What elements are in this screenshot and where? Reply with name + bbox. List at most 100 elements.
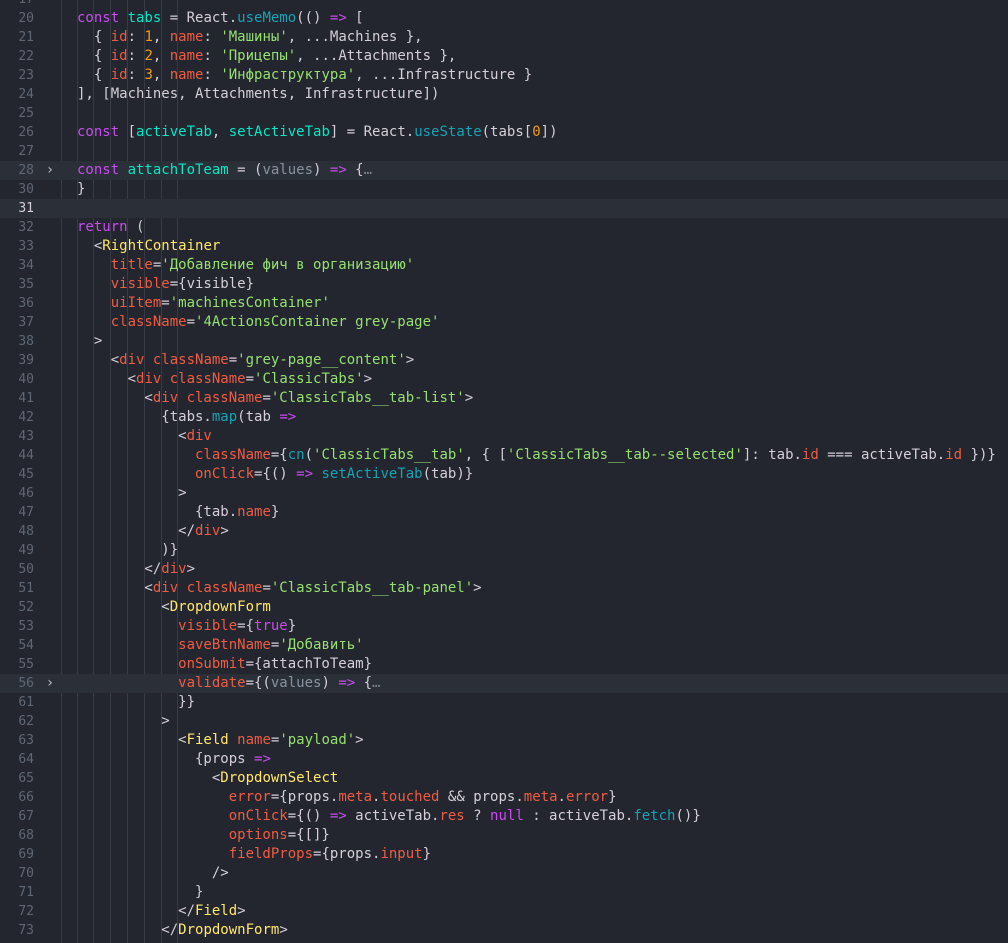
code-line[interactable]: 31 xyxy=(0,199,1008,218)
code-line[interactable]: 52 <DropdownForm xyxy=(0,598,1008,617)
code-line[interactable]: 37 className='4ActionsContainer grey-pag… xyxy=(0,313,1008,332)
code-text[interactable]: {tabs.map(tab => xyxy=(77,408,296,427)
code-line[interactable]: 61 }} xyxy=(0,693,1008,712)
code-line[interactable]: 20 const tabs = React.useMemo(() => [ xyxy=(0,9,1008,28)
code-text[interactable]: onSubmit={attachToTeam} xyxy=(77,655,372,674)
code-line[interactable]: 49 )} xyxy=(0,541,1008,560)
code-line[interactable]: 56 › validate={(values) => {… xyxy=(0,674,1008,693)
code-text[interactable]: const tabs = React.useMemo(() => [ xyxy=(77,9,364,28)
code-line[interactable]: 41 <div className='ClassicTabs__tab-list… xyxy=(0,389,1008,408)
code-line[interactable]: 26 const [activeTab, setActiveTab] = Reac… xyxy=(0,123,1008,142)
code-line[interactable]: 17 xyxy=(0,0,1008,9)
code-text[interactable]: ], [Machines, Attachments, Infrastructur… xyxy=(77,85,439,104)
code-text[interactable]: { id: 2, name: 'Прицепы', ...Attachments… xyxy=(77,47,456,66)
code-text[interactable]: <div className='ClassicTabs__tab-list'> xyxy=(77,389,473,408)
code-text[interactable]: <div className='ClassicTabs__tab-panel'> xyxy=(77,579,481,598)
code-text[interactable]: { id: 1, name: 'Машины', ...Machines }, xyxy=(77,28,423,47)
code-text[interactable]: } xyxy=(77,883,203,902)
code-text[interactable]: return ( xyxy=(77,218,144,237)
code-line[interactable]: 30} xyxy=(0,180,1008,199)
code-text[interactable]: > xyxy=(77,484,186,503)
code-line[interactable]: 42 {tabs.map(tab => xyxy=(0,408,1008,427)
code-line[interactable]: 70 /> xyxy=(0,864,1008,883)
code-text[interactable]: <div xyxy=(77,427,212,446)
code-editor[interactable]: 1720const tabs = React.useMemo(() => [21… xyxy=(0,0,1008,943)
code-text[interactable]: )} xyxy=(77,541,178,560)
code-line[interactable]: 73 </DropdownForm> xyxy=(0,921,1008,940)
code-text[interactable]: <div className='ClassicTabs'> xyxy=(77,370,372,389)
code-line[interactable]: 63 <Field name='payload'> xyxy=(0,731,1008,750)
code-line[interactable]: 43 <div xyxy=(0,427,1008,446)
code-text[interactable]: onClick={() => activeTab.res ? null : ac… xyxy=(77,807,701,826)
code-text[interactable]: {props => xyxy=(77,750,271,769)
code-line[interactable]: 69 fieldProps={props.input} xyxy=(0,845,1008,864)
code-text[interactable]: <div className='grey-page__content'> xyxy=(77,351,414,370)
code-token: < xyxy=(77,599,170,615)
code-line[interactable]: 65 <DropdownSelect xyxy=(0,769,1008,788)
code-text[interactable]: </Field> xyxy=(77,902,245,921)
code-text[interactable]: onClick={() => setActiveTab(tab)} xyxy=(77,465,473,484)
code-line[interactable]: 45 onClick={() => setActiveTab(tab)} xyxy=(0,465,1008,484)
code-text[interactable]: className='4ActionsContainer grey-page' xyxy=(77,313,440,332)
code-line[interactable]: 27 xyxy=(0,142,1008,161)
code-text[interactable]: </div> xyxy=(77,522,229,541)
code-line[interactable]: 54 saveBtnName='Добавить' xyxy=(0,636,1008,655)
code-line[interactable]: 35 visible={visible} xyxy=(0,275,1008,294)
code-text[interactable]: > xyxy=(77,712,169,731)
code-text[interactable]: visible={true} xyxy=(77,617,296,636)
code-text[interactable]: uiItem='machinesContainer' xyxy=(77,294,330,313)
code-line[interactable]: 53 visible={true} xyxy=(0,617,1008,636)
code-line[interactable]: 72 </Field> xyxy=(0,902,1008,921)
code-line[interactable]: 47 {tab.name} xyxy=(0,503,1008,522)
code-line[interactable]: 39 <div className='grey-page__content'> xyxy=(0,351,1008,370)
code-text[interactable]: } xyxy=(77,180,85,199)
code-text[interactable]: </DropdownForm> xyxy=(77,921,287,940)
code-text[interactable]: saveBtnName='Добавить' xyxy=(77,636,363,655)
code-text[interactable]: <DropdownSelect xyxy=(77,769,338,788)
code-line[interactable]: 46 > xyxy=(0,484,1008,503)
code-line[interactable]: 44 className={cn('ClassicTabs__tab', { [… xyxy=(0,446,1008,465)
code-line[interactable]: 22 { id: 2, name: 'Прицепы', ...Attachme… xyxy=(0,47,1008,66)
code-line[interactable]: 51 <div className='ClassicTabs__tab-pane… xyxy=(0,579,1008,598)
code-text[interactable]: title='Добавление фич в организацию' xyxy=(77,256,414,275)
code-line[interactable]: 48 </div> xyxy=(0,522,1008,541)
code-line[interactable]: 38 > xyxy=(0,332,1008,351)
code-text[interactable]: <Field name='payload'> xyxy=(77,731,363,750)
code-text[interactable]: }} xyxy=(77,693,195,712)
code-text[interactable]: error={props.meta.touched && props.meta.… xyxy=(77,788,617,807)
code-text[interactable]: <RightContainer xyxy=(77,237,220,256)
code-line[interactable]: 28 › const attachToTeam = (values) => {… xyxy=(0,161,1008,180)
code-text[interactable]: const [activeTab, setActiveTab] = React.… xyxy=(77,123,558,142)
code-line[interactable]: 68 options={[]} xyxy=(0,826,1008,845)
code-text[interactable]: {tab.name} xyxy=(77,503,279,522)
code-line[interactable]: 25 xyxy=(0,104,1008,123)
code-line[interactable]: 24], [Machines, Attachments, Infrastruct… xyxy=(0,85,1008,104)
code-line[interactable]: 66 error={props.meta.touched && props.me… xyxy=(0,788,1008,807)
code-line[interactable]: 40 <div className='ClassicTabs'> xyxy=(0,370,1008,389)
code-text[interactable]: options={[]} xyxy=(77,826,330,845)
code-line[interactable]: 33 <RightContainer xyxy=(0,237,1008,256)
code-text[interactable]: validate={(values) => {… xyxy=(77,674,380,693)
code-line[interactable]: 71 } xyxy=(0,883,1008,902)
chevron-right-icon[interactable]: › xyxy=(44,161,56,180)
code-text[interactable]: <DropdownForm xyxy=(77,598,271,617)
code-line[interactable]: 21 { id: 1, name: 'Машины', ...Machines … xyxy=(0,28,1008,47)
code-line[interactable]: 23 { id: 3, name: 'Инфраструктура', ...I… xyxy=(0,66,1008,85)
code-line[interactable]: 67 onClick={() => activeTab.res ? null :… xyxy=(0,807,1008,826)
code-text[interactable]: visible={visible} xyxy=(77,275,254,294)
code-text[interactable]: fieldProps={props.input} xyxy=(77,845,431,864)
code-text[interactable]: const attachToTeam = (values) => {… xyxy=(77,161,372,180)
code-text[interactable]: className={cn('ClassicTabs__tab', { ['Cl… xyxy=(77,446,996,465)
code-text[interactable]: /> xyxy=(77,864,229,883)
code-text[interactable]: </div> xyxy=(77,560,195,579)
code-line[interactable]: 62 > xyxy=(0,712,1008,731)
code-line[interactable]: 50 </div> xyxy=(0,560,1008,579)
code-text[interactable]: { id: 3, name: 'Инфраструктура', ...Infr… xyxy=(77,66,532,85)
code-line[interactable]: 32 return ( xyxy=(0,218,1008,237)
chevron-right-icon[interactable]: › xyxy=(44,674,56,693)
code-line[interactable]: 64 {props => xyxy=(0,750,1008,769)
code-line[interactable]: 34 title='Добавление фич в организацию' xyxy=(0,256,1008,275)
code-line[interactable]: 55 onSubmit={attachToTeam} xyxy=(0,655,1008,674)
code-text[interactable]: > xyxy=(77,332,102,351)
code-line[interactable]: 36 uiItem='machinesContainer' xyxy=(0,294,1008,313)
